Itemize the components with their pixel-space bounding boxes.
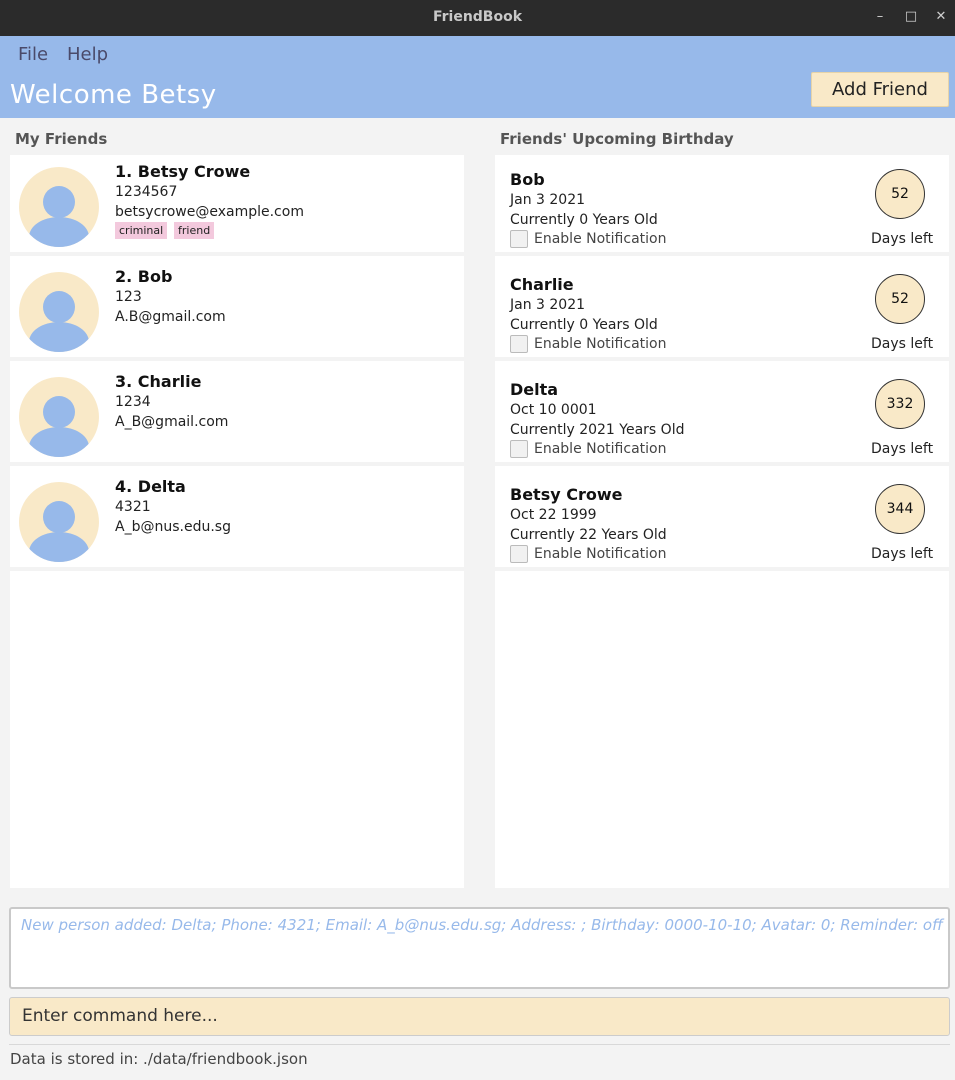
close-icon[interactable]: ✕ — [932, 8, 950, 26]
friend-card[interactable]: 3. Charlie 1234 A_B@gmail.com — [10, 365, 464, 466]
days-left-badge: 344 — [875, 484, 925, 534]
friend-phone: 123 — [115, 289, 142, 305]
avatar — [19, 377, 99, 457]
birthday-age: Currently 0 Years Old — [510, 317, 658, 333]
birthday-date: Oct 22 1999 — [510, 507, 597, 523]
days-left-badge: 52 — [875, 169, 925, 219]
avatar — [19, 482, 99, 562]
birthday-card[interactable]: Betsy Crowe Oct 22 1999 Currently 22 Yea… — [495, 470, 949, 571]
birthday-date: Jan 3 2021 — [510, 192, 586, 208]
friend-email: A.B@gmail.com — [115, 309, 226, 325]
friend-card[interactable]: 1. Betsy Crowe 1234567 betsycrowe@exampl… — [10, 155, 464, 256]
notification-label: Enable Notification — [534, 441, 667, 457]
days-left-badge: 52 — [875, 274, 925, 324]
tag-badge: criminal — [115, 222, 168, 239]
birthday-date: Jan 3 2021 — [510, 297, 586, 313]
birthday-age: Currently 22 Years Old — [510, 527, 667, 543]
days-left-badge: 332 — [875, 379, 925, 429]
notification-checkbox[interactable] — [510, 440, 528, 458]
birthday-name: Delta — [510, 380, 559, 399]
birthday-section-title: Friends' Upcoming Birthday — [500, 130, 734, 148]
maximize-icon[interactable]: □ — [902, 8, 920, 26]
birthday-list[interactable]: Bob Jan 3 2021 Currently 0 Years Old Ena… — [495, 155, 949, 888]
result-display[interactable]: New person added: Delta; Phone: 4321; Em… — [9, 907, 950, 989]
friend-phone: 1234 — [115, 394, 151, 410]
friend-email: A_b@nus.edu.sg — [115, 519, 231, 535]
notification-checkbox[interactable] — [510, 230, 528, 248]
notification-label: Enable Notification — [534, 231, 667, 247]
menu-help[interactable]: Help — [67, 44, 108, 65]
friend-card[interactable]: 4. Delta 4321 A_b@nus.edu.sg — [10, 470, 464, 571]
friend-name: 3. Charlie — [115, 372, 202, 391]
days-left-label: Days left — [871, 336, 934, 352]
friend-card[interactable]: 2. Bob 123 A.B@gmail.com — [10, 260, 464, 361]
notification-checkbox[interactable] — [510, 545, 528, 563]
window-titlebar: FriendBook – □ ✕ — [0, 0, 955, 36]
menu-file[interactable]: File — [18, 44, 48, 65]
avatar — [19, 272, 99, 352]
birthday-card[interactable]: Bob Jan 3 2021 Currently 0 Years Old Ena… — [495, 155, 949, 256]
friend-email: A_B@gmail.com — [115, 414, 229, 430]
birthday-name: Bob — [510, 170, 545, 189]
friend-name: 4. Delta — [115, 477, 186, 496]
friend-list[interactable]: 1. Betsy Crowe 1234567 betsycrowe@exampl… — [10, 155, 464, 888]
tag-badge: friend — [174, 222, 215, 239]
birthday-card[interactable]: Charlie Jan 3 2021 Currently 0 Years Old… — [495, 260, 949, 361]
friends-section-title: My Friends — [15, 130, 108, 148]
birthday-name: Betsy Crowe — [510, 485, 623, 504]
birthday-date: Oct 10 0001 — [510, 402, 597, 418]
avatar — [19, 167, 99, 247]
birthday-age: Currently 0 Years Old — [510, 212, 658, 228]
notification-label: Enable Notification — [534, 546, 667, 562]
window-title: FriendBook — [432, 9, 523, 25]
friend-name: 2. Bob — [115, 267, 173, 286]
friend-email: betsycrowe@example.com — [115, 204, 304, 220]
minimize-icon[interactable]: – — [871, 8, 889, 26]
notification-label: Enable Notification — [534, 336, 667, 352]
status-bar: Data is stored in: ./data/friendbook.jso… — [10, 1050, 308, 1068]
status-divider — [9, 1044, 950, 1045]
add-friend-button[interactable]: Add Friend — [811, 72, 949, 107]
days-left-label: Days left — [871, 441, 934, 457]
days-left-label: Days left — [871, 231, 934, 247]
days-left-label: Days left — [871, 546, 934, 562]
result-message: New person added: Delta; Phone: 4321; Em… — [21, 916, 943, 934]
command-input[interactable]: Enter command here... — [9, 997, 950, 1036]
friend-phone: 4321 — [115, 499, 151, 515]
welcome-title: Welcome Betsy — [10, 80, 217, 110]
friend-name: 1. Betsy Crowe — [115, 162, 251, 181]
app-header: File Help Welcome Betsy Add Friend — [0, 36, 955, 118]
birthday-age: Currently 2021 Years Old — [510, 422, 685, 438]
birthday-card[interactable]: Delta Oct 10 0001 Currently 2021 Years O… — [495, 365, 949, 466]
friend-phone: 1234567 — [115, 184, 178, 200]
birthday-name: Charlie — [510, 275, 574, 294]
notification-checkbox[interactable] — [510, 335, 528, 353]
